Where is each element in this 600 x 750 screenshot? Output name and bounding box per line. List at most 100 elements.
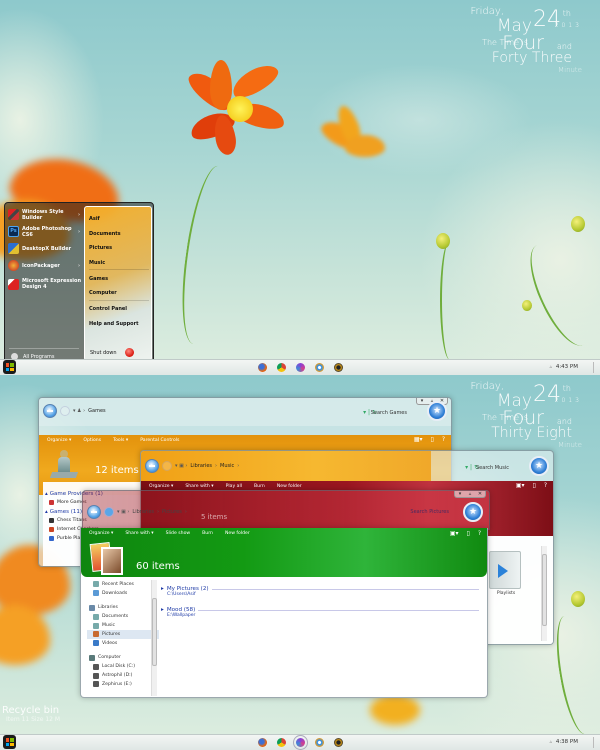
search-input[interactable]: Search Music — [476, 465, 509, 471]
forward-button[interactable] — [162, 461, 172, 471]
start-link-pictures[interactable]: Pictures — [89, 245, 112, 251]
favorites-star-button[interactable]: ★ — [427, 401, 447, 421]
breadcrumb-item[interactable]: Music — [220, 463, 234, 469]
start-link-help[interactable]: Help and Support — [89, 321, 138, 327]
favorites-star-button[interactable]: ★ — [529, 456, 549, 476]
start-link-user[interactable]: Asif — [89, 216, 100, 222]
start-button[interactable] — [3, 735, 16, 749]
view-icon[interactable]: ▣▾ — [450, 530, 459, 537]
taskbar-clock[interactable]: 4:43 PM — [556, 364, 578, 370]
wallpaper-bud — [436, 233, 450, 249]
taskbar-clock[interactable]: 4:38 PM — [556, 739, 578, 745]
shutdown-label: Shut down — [90, 349, 117, 356]
show-desktop-button[interactable] — [593, 362, 596, 373]
start-button[interactable] — [3, 360, 16, 374]
new-folder-button[interactable]: New folder — [225, 531, 250, 536]
nav-videos[interactable]: Videos — [87, 639, 159, 648]
group-mood[interactable]: ▸ Mood (58) E:\Wallpaper — [161, 607, 479, 618]
playlists-folder[interactable]: Playlists — [489, 551, 523, 596]
minimize-button[interactable]: ▾ — [455, 491, 465, 497]
play-all-button[interactable]: Play all — [226, 484, 242, 489]
forward-button[interactable] — [104, 507, 114, 517]
view-icon[interactable]: ▣▾ — [516, 482, 525, 489]
nav-documents[interactable]: Documents — [87, 612, 159, 621]
rocketdock-icon[interactable] — [315, 363, 324, 372]
start-link-music[interactable]: Music — [89, 260, 105, 266]
parental-controls-button[interactable]: Parental Controls — [140, 438, 179, 443]
show-desktop-button[interactable] — [593, 737, 596, 748]
nav-libraries[interactable]: Libraries — [87, 604, 159, 613]
back-button[interactable] — [43, 404, 57, 418]
breadcrumb-item[interactable]: Libraries — [190, 463, 212, 469]
firefox-icon[interactable] — [258, 738, 267, 747]
start-link-control-panel[interactable]: Control Panel — [89, 306, 127, 312]
scrollbar-thumb[interactable] — [152, 598, 157, 666]
organize-menu[interactable]: Organize ▾ — [89, 531, 113, 536]
program-photoshop[interactable]: Ps Adobe Photoshop CS6 › — [7, 223, 82, 240]
search-input[interactable]: Search Pictures — [410, 509, 449, 515]
submenu-arrow-icon: › — [77, 262, 80, 269]
winamp-icon[interactable] — [334, 738, 343, 747]
expand-arrow-icon[interactable]: ▸ — [161, 586, 164, 592]
slide-show-button[interactable]: Slide show — [166, 531, 191, 536]
start-link-games[interactable]: Games — [89, 276, 108, 282]
help-icon[interactable]: ? — [544, 482, 547, 489]
tray-expand-icon[interactable]: ▵ — [549, 739, 552, 745]
organize-menu[interactable]: Organize ▾ — [47, 438, 71, 443]
breadcrumb-item[interactable]: Games — [88, 408, 106, 414]
share-with-menu[interactable]: Share with ▾ — [185, 484, 213, 489]
preview-pane-icon[interactable]: ▯ — [431, 436, 434, 443]
recycle-bin-gadget[interactable]: Recycle bin Item 11 Size 12 M — [2, 705, 60, 723]
maximize-button[interactable]: ▵ — [465, 491, 475, 497]
program-iconpackager[interactable]: IconPackager › — [7, 257, 82, 274]
nav-drive-c[interactable]: Local Disk (C:) — [87, 662, 159, 671]
firefox-icon[interactable] — [258, 363, 267, 372]
start-link-computer[interactable]: Computer — [89, 290, 117, 296]
minimize-button[interactable]: ▾ — [417, 398, 427, 404]
favorites-star-button[interactable]: ★ — [463, 502, 483, 522]
nav-drive-e[interactable]: Zephirus (E:) — [87, 680, 159, 689]
program-desktopx-builder[interactable]: DesktopX Builder — [7, 240, 82, 257]
options-button[interactable]: Options — [83, 438, 101, 443]
tray-expand-icon[interactable]: ▵ — [549, 364, 552, 370]
new-folder-button[interactable]: New folder — [277, 484, 302, 489]
preview-pane-icon[interactable]: ▯ — [533, 482, 536, 489]
nav-drive-d[interactable]: Astrophil (D:) — [87, 671, 159, 680]
winamp-icon[interactable] — [334, 363, 343, 372]
chrome-icon[interactable] — [277, 363, 286, 372]
nav-pictures[interactable]: Pictures — [87, 629, 159, 639]
chrome-icon[interactable] — [277, 738, 286, 747]
back-button[interactable] — [87, 505, 101, 519]
view-grid-icon[interactable]: ▦▾ — [414, 436, 423, 443]
burn-button[interactable]: Burn — [254, 484, 265, 489]
help-icon[interactable]: ? — [442, 436, 445, 443]
breadcrumb-item[interactable]: Pictures — [162, 509, 182, 515]
help-icon[interactable]: ? — [478, 530, 481, 537]
nav-computer[interactable]: Computer — [87, 654, 159, 663]
burn-button[interactable]: Burn — [202, 531, 213, 536]
media-icon[interactable] — [296, 363, 305, 372]
group-my-pictures[interactable]: ▸ My Pictures (2) C:\Users\Asif — [161, 586, 479, 597]
nav-recent-places[interactable]: Recent Places — [87, 580, 159, 589]
preview-pane-icon[interactable]: ▯ — [467, 530, 470, 537]
tools-menu[interactable]: Tools ▾ — [113, 438, 128, 443]
forward-button[interactable] — [60, 406, 70, 416]
program-windows-style-builder[interactable]: Windows Style Builder › — [7, 206, 82, 223]
vertical-scrollbar[interactable] — [541, 546, 547, 641]
shutdown-button[interactable]: Shut down — [90, 348, 134, 357]
expand-arrow-icon[interactable]: ▸ — [161, 607, 164, 613]
scrollbar-thumb[interactable] — [542, 554, 547, 626]
back-button[interactable] — [145, 459, 159, 473]
close-button[interactable]: ✕ — [475, 491, 485, 497]
media-icon[interactable] — [293, 735, 308, 750]
start-link-documents[interactable]: Documents — [89, 231, 121, 237]
nav-pane-scrollbar[interactable] — [151, 580, 157, 696]
organize-menu[interactable]: Organize ▾ — [149, 484, 173, 489]
share-with-menu[interactable]: Share with ▾ — [125, 531, 153, 536]
breadcrumb-item[interactable]: Libraries — [132, 509, 154, 515]
nav-music[interactable]: Music — [87, 621, 159, 630]
search-input[interactable]: Search Games — [371, 410, 407, 416]
nav-downloads[interactable]: Downloads — [87, 589, 159, 598]
program-expression-design[interactable]: Microsoft Expression Design 4 — [7, 274, 82, 294]
rocketdock-icon[interactable] — [315, 738, 324, 747]
